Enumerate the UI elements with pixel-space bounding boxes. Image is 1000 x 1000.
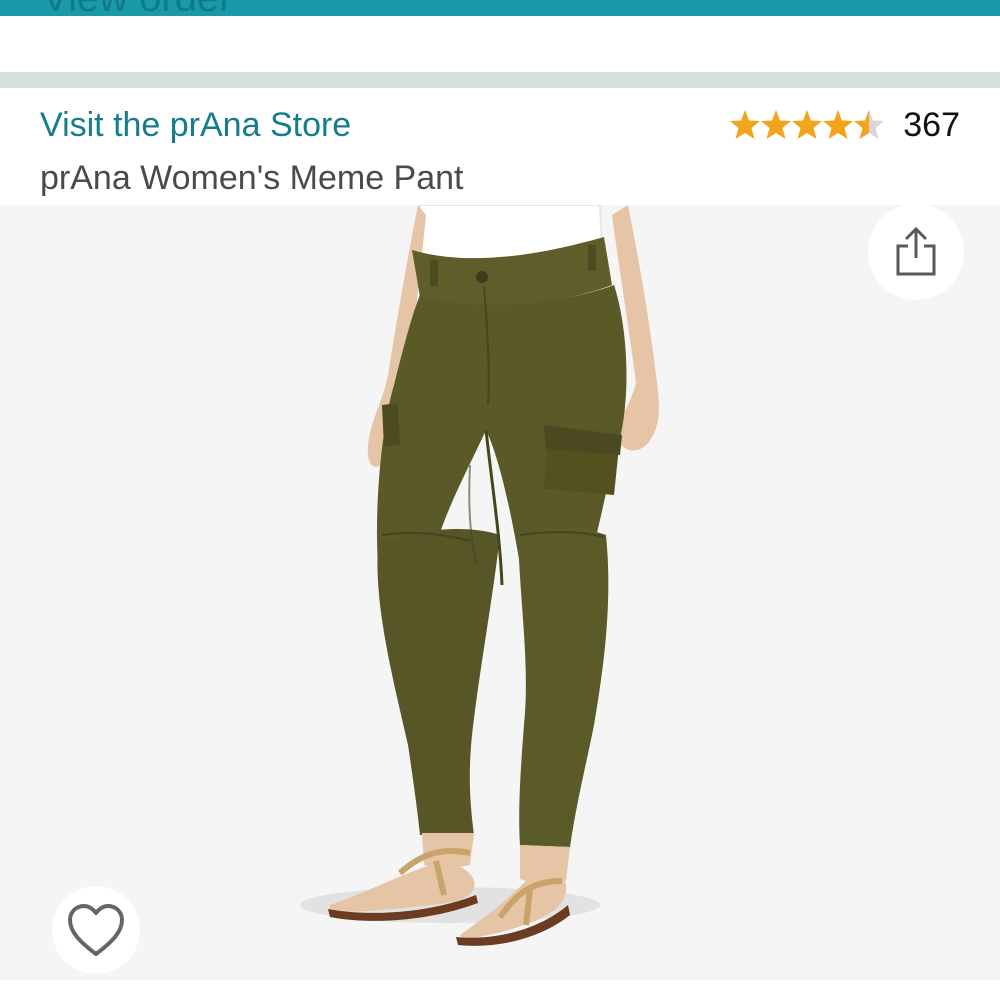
star-rating	[729, 108, 889, 142]
wishlist-button[interactable]	[52, 886, 140, 974]
heart-outline-icon	[68, 904, 124, 956]
product-image[interactable]	[0, 205, 1000, 980]
view-order-link[interactable]: View order	[42, 0, 232, 22]
star-icon	[730, 110, 885, 139]
rating-summary[interactable]: 367	[729, 104, 960, 146]
store-link[interactable]: Visit the prAna Store	[40, 104, 351, 146]
product-title: prAna Women's Meme Pant	[40, 159, 464, 197]
rating-count: 367	[903, 106, 960, 144]
share-icon	[896, 226, 936, 276]
bottom-edge	[0, 980, 1000, 1000]
product-photo	[300, 205, 659, 946]
section-divider	[0, 72, 1000, 88]
product-page: View order Visit the prAna Store	[0, 0, 1000, 1000]
share-button[interactable]	[868, 204, 964, 300]
